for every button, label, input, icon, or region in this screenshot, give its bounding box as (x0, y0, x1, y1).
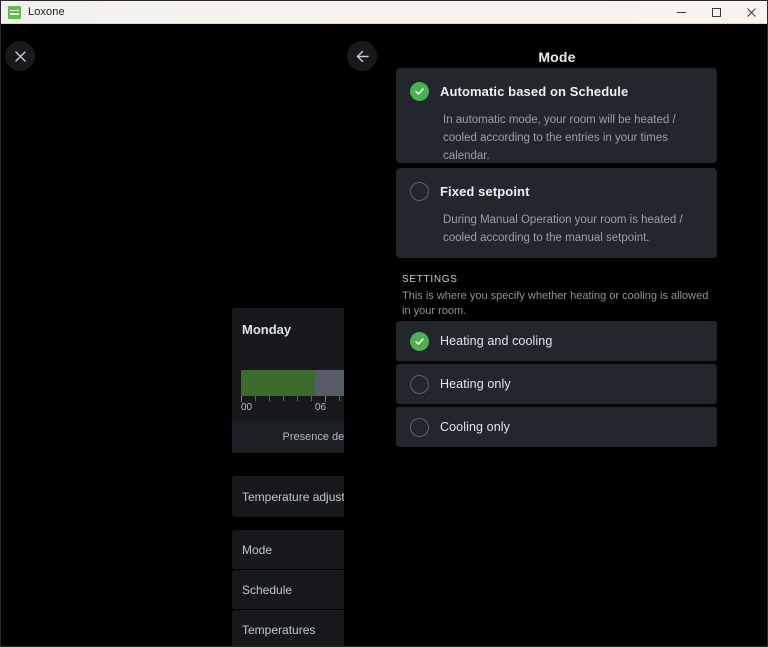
settings-section-header: SETTINGS This is where you specify wheth… (402, 274, 714, 319)
sidebar-item-temperature-adjust[interactable]: Temperature adjust (232, 476, 344, 517)
mode-detail-panel: Automatic based on Schedule In automatic… (396, 24, 717, 646)
setting-option-heating-only[interactable]: Heating only (396, 364, 717, 404)
schedule-day-label: Monday (242, 322, 292, 337)
sidebar-item-label: Schedule (242, 582, 293, 597)
minimize-icon[interactable] (664, 1, 699, 24)
back-button[interactable] (347, 41, 377, 71)
sidebar-item-schedule[interactable]: Schedule (232, 570, 344, 609)
app-window: Loxone Mode Monday 00 06 Presence de Tem… (0, 0, 768, 647)
mode-option-title: Fixed setpoint (440, 184, 530, 199)
app-content: Mode Monday 00 06 Presence detect Temper… (1, 24, 767, 646)
mode-option-header: Fixed setpoint (410, 182, 703, 201)
mode-option-description: In automatic mode, your room will be hea… (443, 114, 676, 162)
background-panel: Monday 00 06 Presence detect Temperature… (232, 24, 344, 646)
window-title: Loxone (28, 6, 65, 18)
timeline-tick (255, 396, 256, 401)
setting-option-label: Heating only (440, 377, 511, 391)
radio-selected-icon[interactable] (410, 331, 429, 351)
sidebar-item-label: Temperatures (242, 622, 316, 637)
setting-option-cooling-only[interactable]: Cooling only (396, 407, 717, 447)
settings-section-title: SETTINGS (402, 274, 458, 285)
mode-option-header: Automatic based on Schedule (410, 82, 703, 101)
schedule-widget[interactable]: Monday 00 06 Presence detect (232, 308, 344, 453)
timeline-tick (269, 396, 270, 401)
schedule-timeline[interactable] (241, 370, 344, 396)
setting-option-heating-and-cooling[interactable]: Heating and cooling (396, 321, 717, 361)
mode-option-title: Automatic based on Schedule (440, 84, 629, 99)
close-icon[interactable] (734, 1, 767, 24)
sidebar-item-label: Mode (242, 542, 273, 557)
schedule-timeline-fill (241, 370, 315, 396)
timeline-tick (311, 396, 312, 401)
loxone-logo-icon (8, 5, 21, 19)
sidebar-item-temperatures[interactable]: Temperatures (232, 610, 344, 646)
window-titlebar: Loxone (1, 1, 767, 24)
axis-label-start: 00 (241, 402, 253, 413)
setting-option-label: Cooling only (440, 420, 510, 434)
radio-unselected-icon[interactable] (410, 374, 429, 394)
presence-detect-row[interactable]: Presence detect (232, 421, 344, 453)
timeline-tick (339, 396, 340, 401)
sidebar-item-label: Temperature adjust (242, 489, 344, 504)
mode-option-automatic[interactable]: Automatic based on Schedule In automatic… (396, 68, 717, 163)
mode-option-description: During Manual Operation your room is hea… (443, 214, 683, 244)
timeline-tick (297, 396, 298, 401)
maximize-icon[interactable] (699, 1, 734, 24)
settings-section-description: This is where you specify whether heatin… (402, 290, 709, 317)
radio-selected-icon[interactable] (410, 82, 429, 101)
timeline-tick (283, 396, 284, 401)
mode-option-fixed-setpoint[interactable]: Fixed setpoint During Manual Operation y… (396, 168, 717, 258)
presence-detect-label: Presence detect (282, 431, 345, 443)
schedule-timeline-ticks (241, 396, 344, 402)
window-controls (664, 1, 767, 24)
close-overlay-button[interactable] (5, 41, 35, 71)
radio-unselected-icon[interactable] (410, 417, 429, 437)
sidebar-item-mode[interactable]: Mode (232, 530, 344, 569)
radio-unselected-icon[interactable] (410, 182, 429, 201)
setting-option-label: Heating and cooling (440, 334, 553, 348)
titlebar-left-group: Loxone (1, 5, 664, 19)
axis-label-mid: 06 (315, 402, 327, 413)
